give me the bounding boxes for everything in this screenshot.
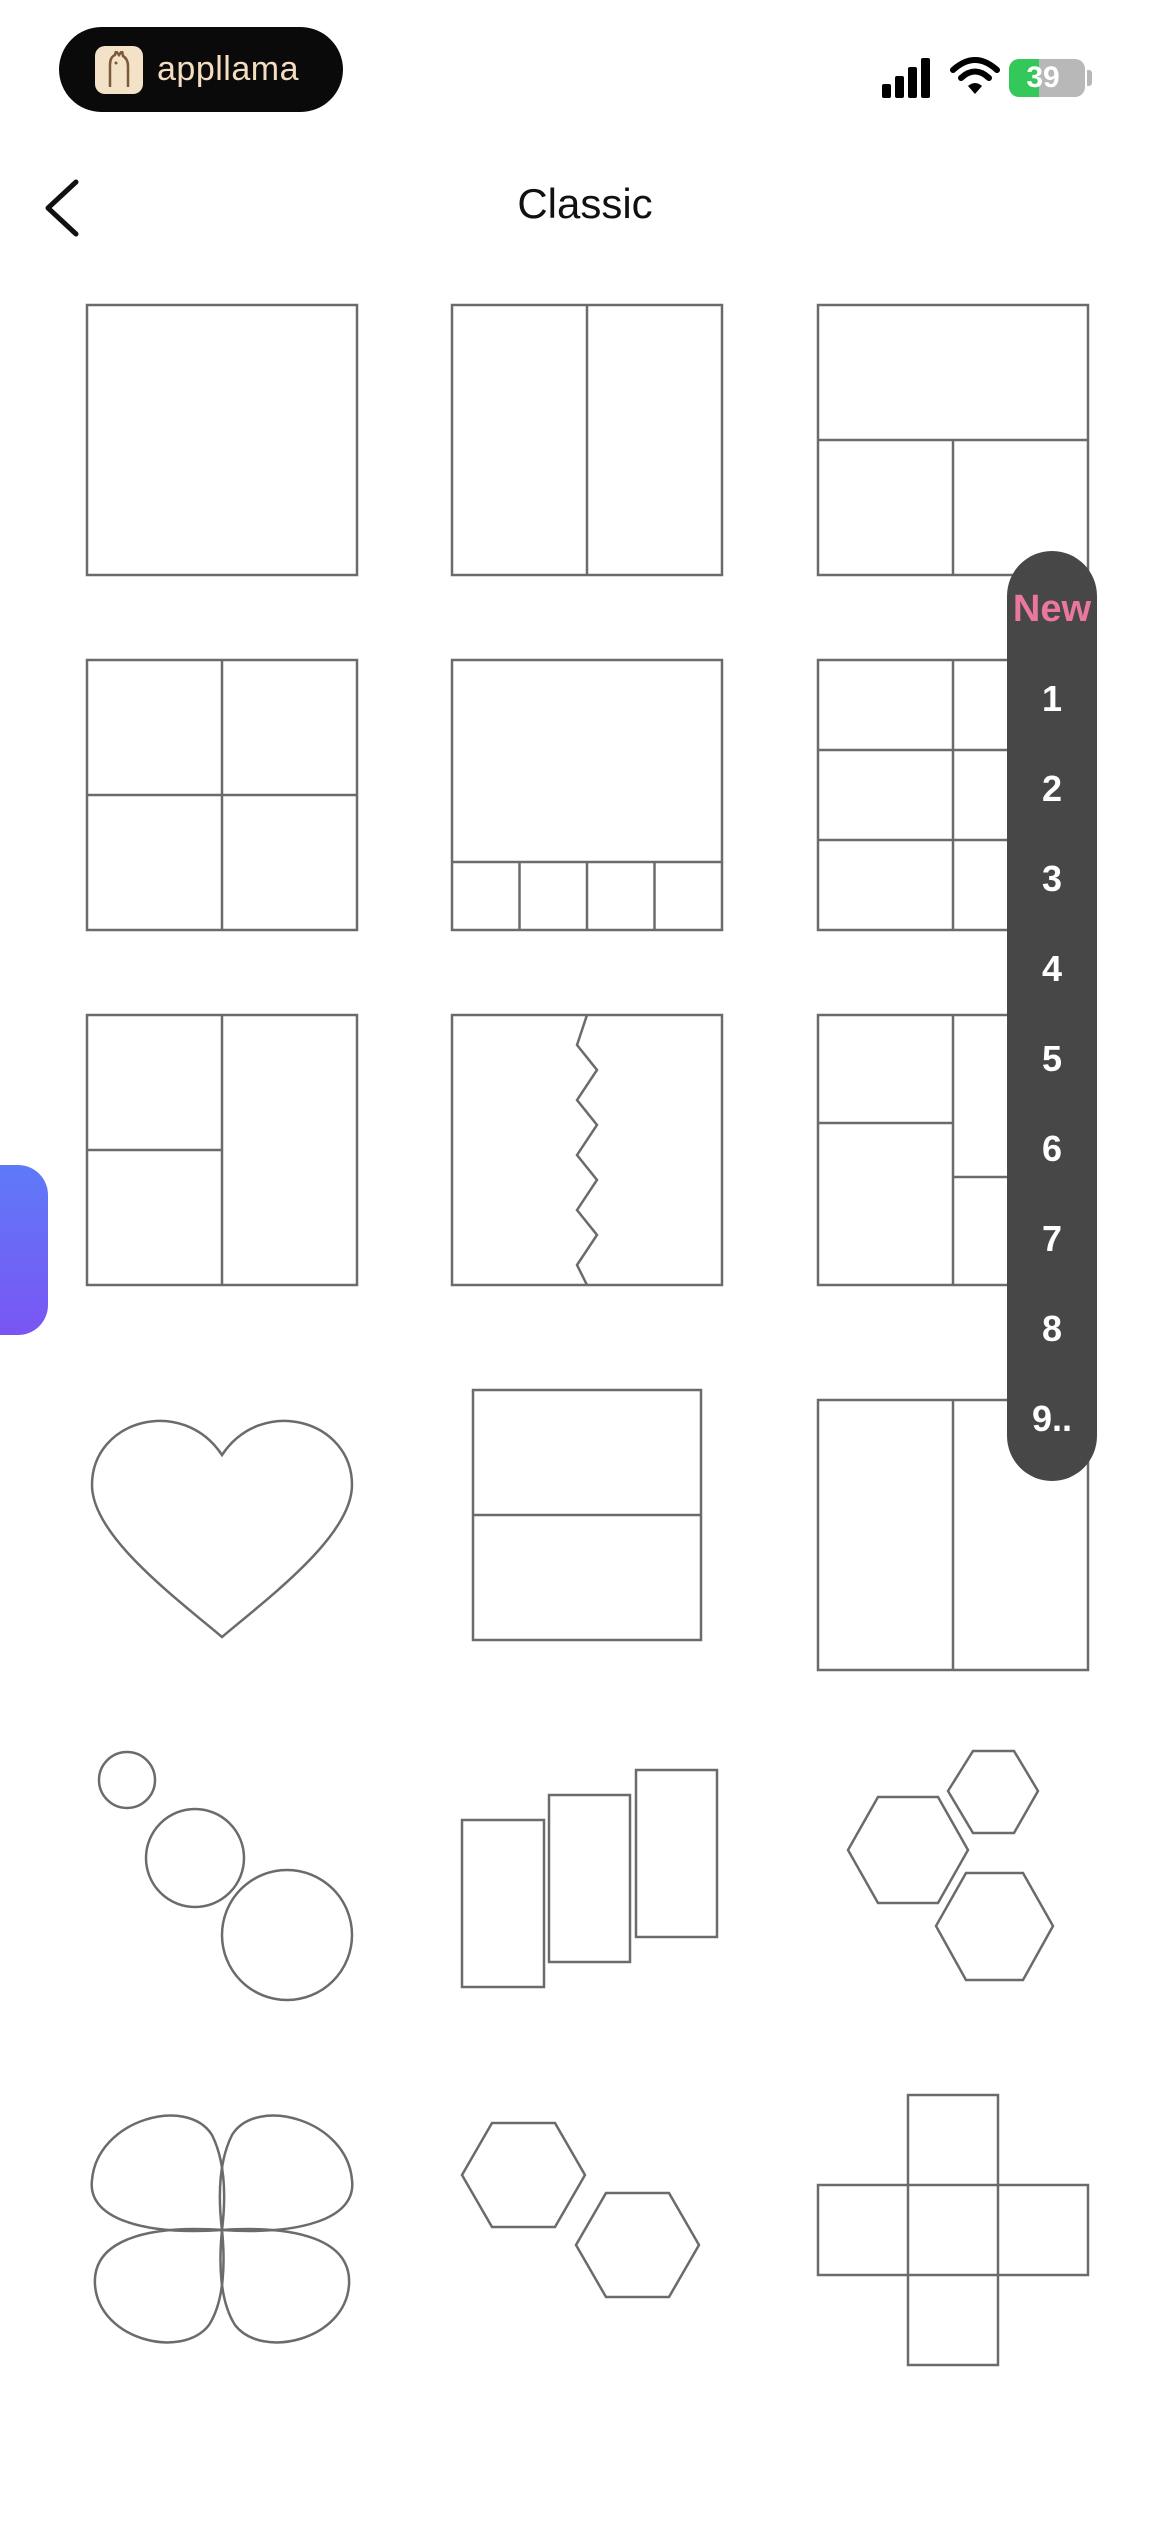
index-item-new[interactable]: New xyxy=(1007,564,1097,654)
index-item-1[interactable]: 1 xyxy=(1007,654,1097,744)
wifi-icon xyxy=(950,57,1000,94)
layout-large-top-four-bottom[interactable] xyxy=(450,658,724,932)
layout-three-hexagons[interactable] xyxy=(818,1745,1088,2015)
section-index-bar[interactable]: New 1 2 3 4 5 6 7 8 9.. xyxy=(1007,551,1097,1481)
index-item-4[interactable]: 4 xyxy=(1007,924,1097,1014)
index-item-7[interactable]: 7 xyxy=(1007,1194,1097,1284)
index-item-8[interactable]: 8 xyxy=(1007,1284,1097,1374)
llama-logo-icon xyxy=(95,45,143,94)
index-item-2[interactable]: 2 xyxy=(1007,744,1097,834)
layout-two-hexagons[interactable] xyxy=(452,2095,722,2365)
battery-indicator: 39 xyxy=(1009,59,1085,97)
layout-two-columns[interactable] xyxy=(450,303,724,577)
index-item-6[interactable]: 6 xyxy=(1007,1104,1097,1194)
layout-zigzag-split[interactable] xyxy=(450,1013,724,1287)
layout-heart[interactable] xyxy=(87,1390,357,1660)
index-item-3[interactable]: 3 xyxy=(1007,834,1097,924)
battery-cap xyxy=(1087,70,1092,86)
layout-four-petal-flower[interactable] xyxy=(87,2095,357,2365)
side-drawer-tab[interactable] xyxy=(0,1165,48,1335)
layout-single[interactable] xyxy=(85,303,359,577)
layout-staggered-columns[interactable] xyxy=(452,1755,722,2025)
layout-two-left-one-right[interactable] xyxy=(85,1013,359,1287)
index-item-9-more[interactable]: 9.. xyxy=(1007,1374,1097,1464)
layout-top-wide-two-bottom[interactable] xyxy=(816,303,1090,577)
app-badge[interactable]: appllama xyxy=(59,27,343,112)
cellular-signal-icon xyxy=(882,58,930,98)
page-title: Classic xyxy=(517,180,653,227)
layout-two-rows[interactable] xyxy=(471,1388,703,1642)
app-name: appllama xyxy=(157,50,299,88)
index-item-5[interactable]: 5 xyxy=(1007,1014,1097,1104)
layout-three-circles[interactable] xyxy=(87,1745,357,2015)
layout-four-grid[interactable] xyxy=(85,658,359,932)
layout-cross[interactable] xyxy=(816,2093,1090,2367)
battery-percentage: 39 xyxy=(1026,61,1060,94)
